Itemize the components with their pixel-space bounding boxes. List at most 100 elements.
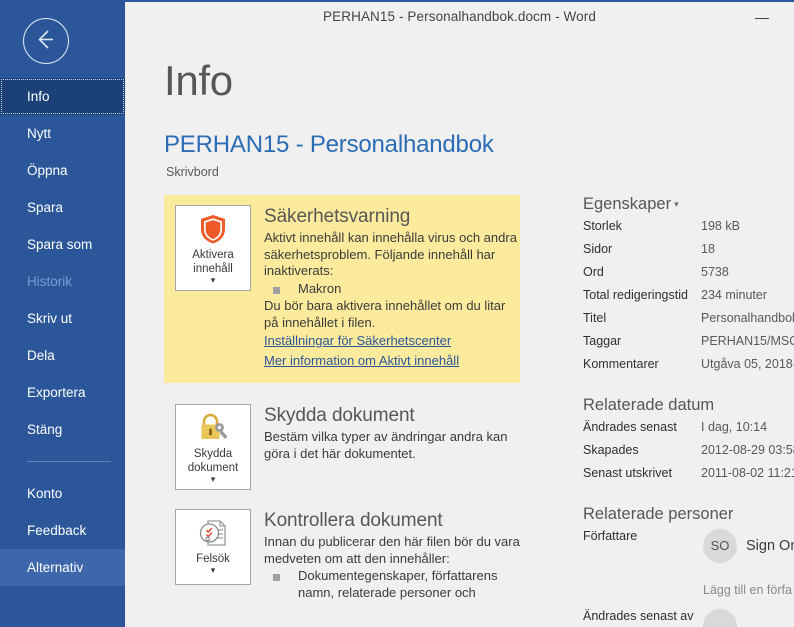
sidebar-item-skriv-ut[interactable]: Skriv ut [0,300,125,337]
author-value-col: SO Sign On [701,529,794,563]
property-key: Ord [583,265,604,279]
property-row-sidor: Sidor 18 [583,242,794,265]
property-row-titel: Titel Personalhandbok [583,311,794,334]
sidebar-item-alternativ[interactable]: Alternativ [0,549,125,586]
back-arrow-icon [38,30,53,49]
sidebar-item-oppna[interactable]: Öppna [0,152,125,189]
sidebar-item-label: Skriv ut [27,311,73,326]
property-value[interactable]: Personalhandbok [701,311,794,325]
avatar[interactable]: SO [703,529,737,563]
info-cards-column: Aktivera innehåll ▾ Säkerhetsvarning Akt… [164,195,520,602]
property-key: Storlek [583,219,622,233]
property-value[interactable]: 18 [701,242,794,256]
security-warning-bullets: Makron [264,281,520,298]
spacer-key [583,583,701,597]
back-arrow-button[interactable] [23,18,69,64]
more-info-active-content-link[interactable]: Mer information om Aktivt innehåll [264,351,520,371]
security-warning-text: Säkerhetsvarning Aktivt innehåll kan inn… [264,205,520,371]
date-row-senast-utskrivet: Senast utskrivet 2011-08-02 11:21 [583,466,794,489]
sidebar-item-spara-som[interactable]: Spara som [0,226,125,263]
protect-document-heading: Skydda dokument [264,405,415,426]
related-dates-heading: Relaterade datum [583,396,715,414]
sidebar-item-label: Stäng [27,422,63,437]
sidebar-item-feedback[interactable]: Feedback [0,512,125,549]
property-value: 2012-08-29 03:58 [701,443,794,457]
property-value[interactable]: 5738 [701,265,794,279]
property-key: Sidor [583,242,613,256]
sidebar-item-label: Spara [27,200,64,215]
sidebar-item-label: Spara som [27,237,93,252]
property-row-ord: Ord 5738 [583,265,794,288]
lock-key-icon [176,411,250,445]
backstage-content: Info PERHAN15 - Personalhandbok Skrivbor… [125,30,794,627]
property-key: Total redigeringstid [583,288,688,302]
property-key: Kommentarer [583,357,659,371]
add-author-input[interactable]: Lägg till en förfa [703,583,792,597]
properties-heading-label: Egenskaper [583,195,672,213]
enable-content-button[interactable]: Aktivera innehåll ▾ [175,205,251,291]
backstage-sidebar: Info Nytt Öppna Spara Spara som Historik… [0,0,125,627]
author-key: Författare [583,529,638,543]
card-spacer [164,490,520,509]
card-spacer [164,383,520,404]
property-value[interactable]: PERHAN15/MSO [701,334,794,348]
property-row-taggar: Taggar PERHAN15/MSO [583,334,794,357]
sidebar-item-info[interactable]: Info [0,78,125,115]
inspect-document-text: Kontrollera dokument Innan du publicerar… [264,509,520,602]
sidebar-item-exportera[interactable]: Exportera [0,374,125,411]
sidebar-item-label: Feedback [27,523,87,538]
title-bar: PERHAN15 - Personalhandbok.docm - Word [125,0,794,32]
property-value[interactable]: 234 minuter [701,288,794,302]
avatar[interactable] [703,609,737,627]
document-title[interactable]: PERHAN15 - Personalhandbok [164,131,494,159]
inspect-document-label: Felsök [196,553,230,565]
sidebar-item-label: Info [27,89,50,104]
sidebar-item-spara[interactable]: Spara [0,189,125,226]
properties-panel: Egenskaper ▾ Storlek 198 kB Sidor 18 Ord … [583,195,794,627]
chevron-down-icon: ▾ [210,275,216,285]
list-item: Makron [264,281,520,298]
sidebar-item-label: Nytt [27,126,52,141]
protect-document-body: Bestäm vilka typer av ändringar andra ka… [264,429,508,461]
property-value[interactable]: Utgåva 05, 2018- [701,357,794,371]
property-value: I dag, 10:14 [701,420,768,434]
property-row-kommentarer: Kommentarer Utgåva 05, 2018- [583,357,794,380]
related-people-heading: Relaterade personer [583,505,734,523]
property-row-storlek: Storlek 198 kB [583,219,794,242]
property-value[interactable]: 198 kB [701,219,794,233]
window-title: PERHAN15 - Personalhandbok.docm - Word [323,9,596,24]
chevron-down-icon: ▾ [210,474,216,484]
inspect-document-button[interactable]: Felsök ▾ [175,509,251,585]
list-item: Dokumentegenskaper, författarens namn, r… [264,568,520,601]
sidebar-item-label: Historik [27,274,73,289]
protect-document-text: Skydda dokument Bestäm vilka typer av än… [264,404,520,462]
security-warning-body2: Du bör bara aktivera innehållet om du li… [264,298,506,330]
sidebar-item-label: Dela [27,348,55,363]
document-inspect-icon [176,516,250,550]
sidebar-item-dela[interactable]: Dela [0,337,125,374]
enable-content-label: Aktivera innehåll [192,249,234,275]
sidebar-item-stang[interactable]: Stäng [0,411,125,448]
minimize-button[interactable] [746,6,780,28]
shield-icon [176,212,250,246]
sidebar-divider [27,461,111,462]
protect-document-button[interactable]: Skydda dokument ▾ [175,404,251,490]
sidebar-item-label: Öppna [27,163,68,178]
trust-center-settings-link[interactable]: Inställningar för Säkerhetscenter [264,331,520,351]
property-key: Ändrades senast [583,420,677,434]
page-title: Info [164,57,233,104]
sidebar-item-konto[interactable]: Konto [0,475,125,512]
sidebar-item-nytt[interactable]: Nytt [0,115,125,152]
author-row: Författare SO Sign On [583,529,794,569]
security-warning-body: Aktivt innehåll kan innehålla virus och … [264,230,517,278]
date-row-skapades: Skapades 2012-08-29 03:58 [583,443,794,466]
date-row-andrades-senast: Ändrades senast I dag, 10:14 [583,420,794,443]
protect-document-card: Skydda dokument ▾ Skydda dokument Bestäm… [164,404,520,490]
inspect-document-card: Felsök ▾ Kontrollera dokument Innan du p… [164,509,520,602]
properties-heading[interactable]: Egenskaper ▾ [583,195,794,214]
security-warning-heading: Säkerhetsvarning [264,206,411,227]
